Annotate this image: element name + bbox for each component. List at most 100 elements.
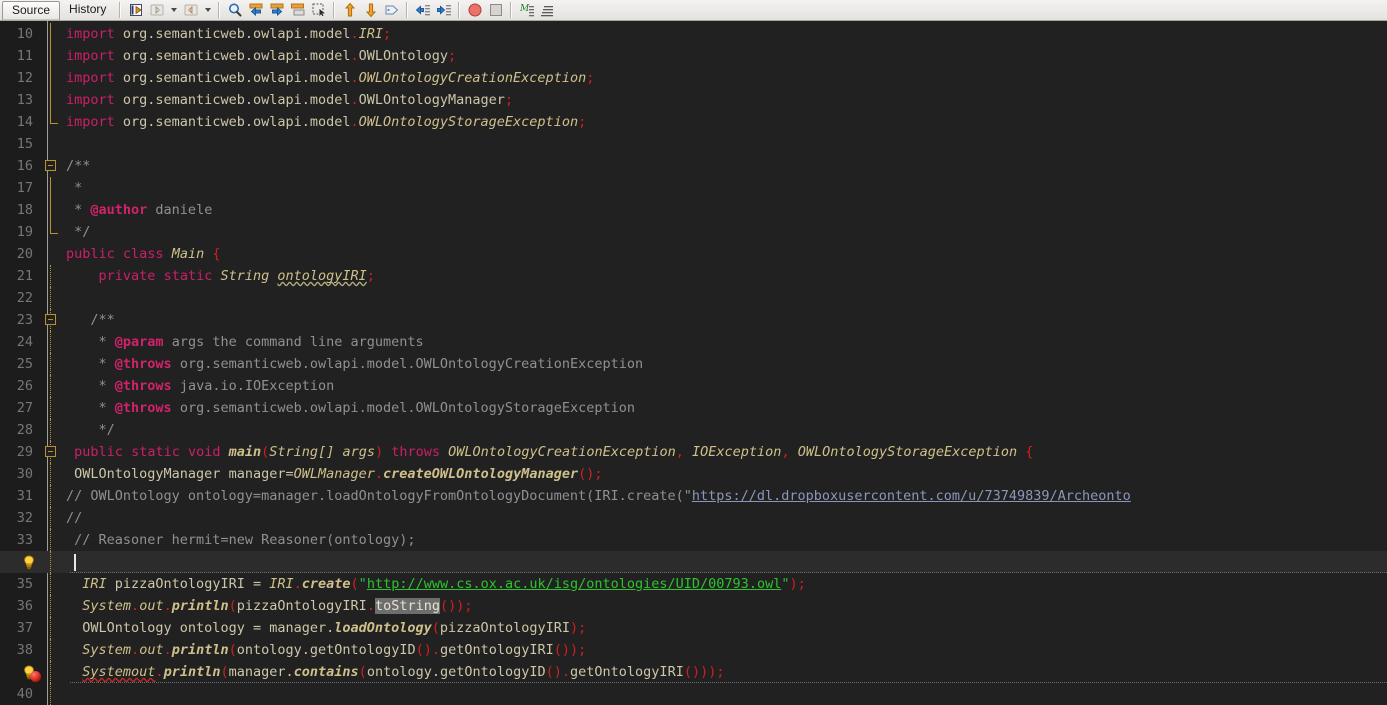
class-name: OWLOntologyCreationException	[358, 70, 587, 86]
code-line-21[interactable]: 21 private static String ontologyIRI;	[0, 265, 1387, 287]
code-line-34[interactable]	[0, 551, 1387, 573]
call-getontologyiri: getOntologyIRI	[570, 664, 684, 680]
code-line-12[interactable]: 12 import org.semanticweb.owlapi.model.O…	[0, 67, 1387, 89]
dot: .	[350, 48, 359, 64]
code-line-16[interactable]: 16 /**	[0, 155, 1387, 177]
forward-dropdown[interactable]	[201, 1, 214, 20]
toggle-breakpoint-button[interactable]	[464, 1, 485, 20]
code-line-10[interactable]: 10 import org.semanticweb.owlapi.model.I…	[0, 23, 1387, 45]
code-line-30[interactable]: 30 OWLOntologyManager manager=OWLManager…	[0, 463, 1387, 485]
code-line-14[interactable]: 14 import org.semanticweb.owlapi.model.O…	[0, 111, 1387, 133]
code-line-22[interactable]: 22	[0, 287, 1387, 309]
previous-bookmark-button[interactable]	[339, 1, 360, 20]
line-number: 24	[16, 334, 33, 350]
stop-button[interactable]	[485, 1, 506, 20]
package-path: org.semanticweb.owlapi.model	[114, 26, 351, 42]
code-line-24[interactable]: 24 * @param args the command line argume…	[0, 331, 1387, 353]
code-line-20[interactable]: 20 public class Main {	[0, 243, 1387, 265]
forward-button[interactable]	[180, 1, 201, 20]
back-dropdown[interactable]	[167, 1, 180, 20]
code-line-37[interactable]: 37 OWLOntology ontology = manager.loadOn…	[0, 617, 1387, 639]
arrow-down-tag-icon	[365, 3, 376, 18]
toggle-rectangular-selection-button[interactable]	[308, 1, 329, 20]
code-line-36[interactable]: 36 System.out.println(pizzaOntologyIRI.t…	[0, 595, 1387, 617]
code-line-39[interactable]: Systemout.println(manager.contains(ontol…	[0, 661, 1387, 683]
comma: ,	[781, 444, 790, 460]
code-line-40[interactable]: 40	[0, 683, 1387, 705]
tab-history[interactable]: History	[60, 0, 115, 19]
code-line-38[interactable]: 38 System.out.println(ontology.getOntolo…	[0, 639, 1387, 661]
find-previous-button[interactable]	[245, 1, 266, 20]
find-selection-button[interactable]	[224, 1, 245, 20]
fold-guide	[40, 45, 62, 67]
error-badge-icon[interactable]	[30, 671, 41, 682]
toggle-bookmark-button[interactable]	[381, 1, 402, 20]
code-line-17[interactable]: 17 *	[0, 177, 1387, 199]
last-edit-button[interactable]	[125, 1, 146, 20]
code-line-25[interactable]: 25 * @throws org.semanticweb.owlapi.mode…	[0, 353, 1387, 375]
code-line-18[interactable]: 18 * @author daniele	[0, 199, 1387, 221]
code-line-29[interactable]: 29 public static void main(String[] args…	[0, 441, 1387, 463]
hyperlink-pizza-ontology-url[interactable]: http://www.cs.ox.ac.uk/isg/ontologies/UI…	[367, 576, 782, 592]
line-number: 21	[16, 268, 33, 284]
code-line-26[interactable]: 26 * @throws java.io.IOException	[0, 375, 1387, 397]
next-bookmark-button[interactable]	[360, 1, 381, 20]
code-text: * @author daniele	[62, 199, 212, 221]
javadoc-line: *	[66, 202, 91, 218]
line-number: 19	[16, 224, 33, 240]
code-line-32[interactable]: 32 //	[0, 507, 1387, 529]
paren-close: )	[374, 444, 384, 460]
fold-guide	[40, 507, 62, 529]
fold-toggle[interactable]	[40, 441, 62, 463]
code-line-11[interactable]: 11 import org.semanticweb.owlapi.model.O…	[0, 45, 1387, 67]
shift-right-button[interactable]	[433, 1, 454, 20]
find-next-button[interactable]	[266, 1, 287, 20]
fold-guide	[40, 331, 62, 353]
bookmark-tag-icon	[385, 5, 399, 15]
selected-token-tostring[interactable]: toString	[374, 598, 440, 614]
code-text: import org.semanticweb.owlapi.model.IRI;	[62, 23, 391, 45]
tab-source[interactable]: Source	[2, 0, 61, 20]
class-system: System	[82, 598, 132, 614]
dot: .	[163, 642, 172, 658]
code-line-31[interactable]: 31 // OWLOntology ontology=manager.loadO…	[0, 485, 1387, 507]
line-number: 18	[16, 202, 33, 218]
toggle-highlight-button[interactable]	[287, 1, 308, 20]
field-out: out	[139, 642, 164, 658]
shift-left-button[interactable]	[412, 1, 433, 20]
code-text: OWLOntology ontology = manager.loadOntol…	[62, 617, 586, 639]
type-iri: IRI	[82, 576, 107, 592]
code-editor[interactable]: 10 import org.semanticweb.owlapi.model.I…	[0, 21, 1387, 705]
fold-toggle[interactable]	[40, 155, 62, 177]
collapse-icon[interactable]	[45, 314, 56, 325]
code-line-27[interactable]: 27 * @throws org.semanticweb.owlapi.mode…	[0, 397, 1387, 419]
start-macro-recording-button[interactable]: M	[516, 1, 537, 20]
dot: .	[374, 466, 384, 482]
javadoc-line: *	[90, 400, 115, 416]
semicolon: ;	[586, 70, 595, 86]
shift-left-icon	[415, 5, 430, 16]
code-line-19[interactable]: 19 */	[0, 221, 1387, 243]
code-line-23[interactable]: 23 /**	[0, 309, 1387, 331]
collapse-icon[interactable]	[45, 160, 56, 171]
field-out: out	[139, 598, 164, 614]
arrow-right-icon	[184, 4, 198, 16]
fold-toggle[interactable]	[40, 309, 62, 331]
stop-macro-recording-button[interactable]	[537, 1, 558, 20]
code-text: * @throws org.semanticweb.owlapi.model.O…	[62, 397, 635, 419]
code-line-15[interactable]: 15	[0, 133, 1387, 155]
hyperlink-dropbox-url[interactable]: https://dl.dropboxusercontent.com/u/7374…	[692, 488, 1131, 504]
code-line-13[interactable]: 13 import org.semanticweb.owlapi.model.O…	[0, 89, 1387, 111]
code-text: private static String ontologyIRI;	[62, 265, 375, 287]
code-line-33[interactable]: 33 // Reasoner hermit=new Reasoner(ontol…	[0, 529, 1387, 551]
code-line-35[interactable]: 35 IRI pizzaOntologyIRI = IRI.create("ht…	[0, 573, 1387, 595]
line-number: 13	[16, 92, 33, 108]
fold-guide	[40, 23, 62, 45]
code-line-28[interactable]: 28 */	[0, 419, 1387, 441]
hint-lightbulb-icon[interactable]	[22, 555, 36, 570]
javadoc-close: */	[66, 224, 91, 240]
comment-line: //	[66, 510, 83, 526]
back-button[interactable]	[146, 1, 167, 20]
javadoc-throws-value: java.io.IOException	[171, 378, 335, 394]
collapse-icon[interactable]	[45, 446, 56, 457]
